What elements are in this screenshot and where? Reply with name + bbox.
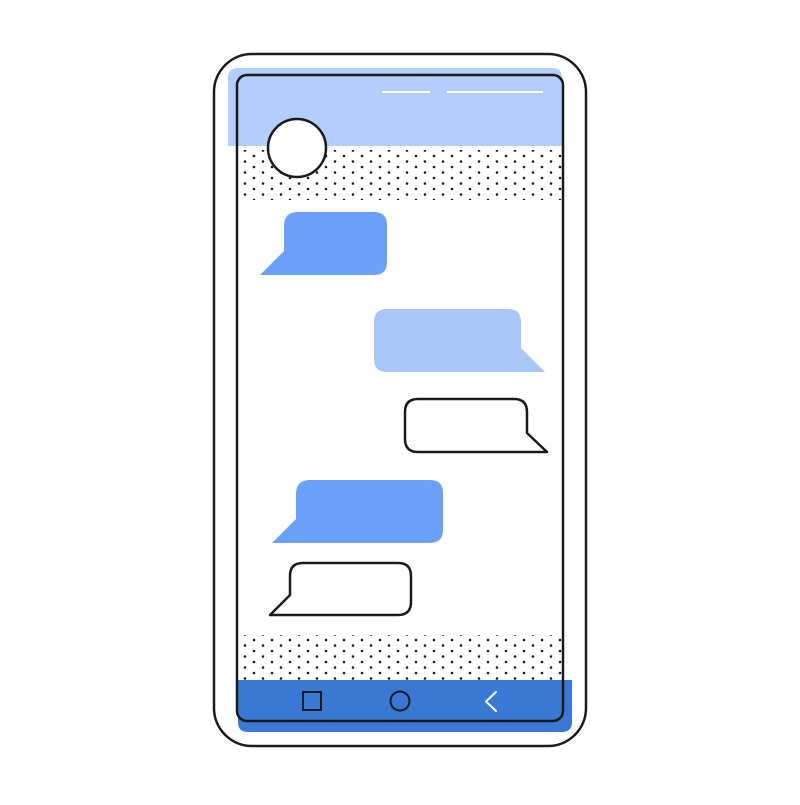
avatar — [266, 117, 328, 179]
back-button[interactable] — [475, 685, 507, 717]
dot-texture-bottom — [237, 635, 562, 680]
message-bubble-5 — [268, 561, 413, 617]
recent-apps-button[interactable] — [296, 685, 328, 717]
message-bubble-4 — [272, 480, 443, 543]
phone-illustration — [0, 0, 800, 800]
home-button[interactable] — [384, 685, 416, 717]
message-bubble-3 — [403, 397, 549, 454]
message-bubble-2 — [374, 309, 545, 372]
phone-chat-illustration — [212, 52, 588, 748]
